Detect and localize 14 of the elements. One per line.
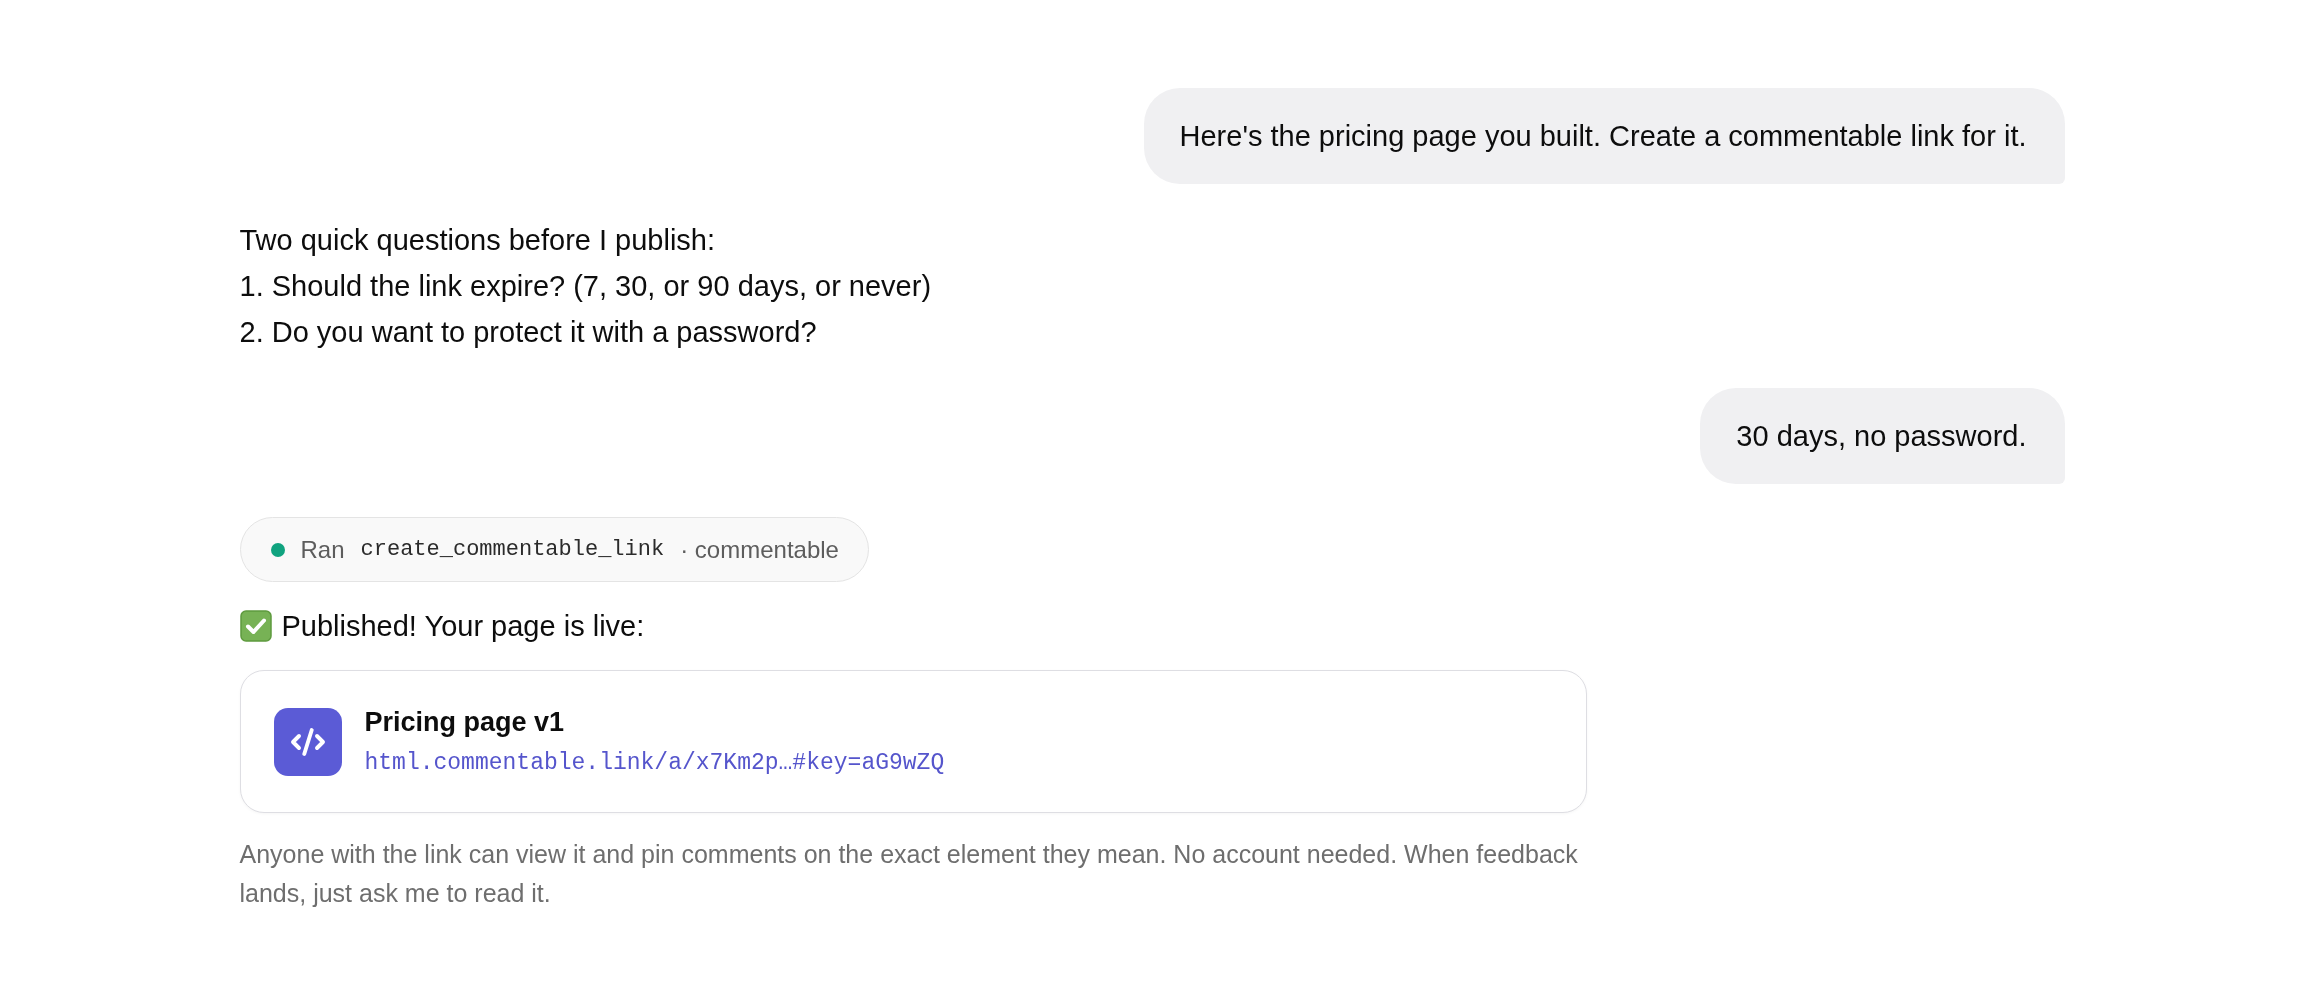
message-text: 1. Should the link expire? (7, 30, or 90 days, or never): [239, 269, 932, 304]
message-text: Two quick questions before I publish:: [239, 223, 717, 258]
user-message-bubble: 30 days, no password.: [1700, 388, 2065, 484]
link-title: Pricing page v1: [364, 705, 566, 739]
link-url[interactable]: html.commentable.link/a/x7Km2p…#key=aG9wZQ: [364, 744, 945, 781]
note-text: Anyone with the link can view it and pin comments on the exact element they mean. No account needed. When feedback lands, just ask me to read it.: [239, 839, 1579, 909]
published-message: Published! Your page is live:: [281, 609, 645, 644]
tool-source: · commentable: [680, 535, 839, 564]
tool-name: create_commentable_link: [360, 537, 665, 562]
tool-call-label: Ran: [300, 535, 345, 564]
check-icon: [239, 610, 272, 642]
user-message-bubble: Here's the pricing page you built. Create a commentable link for it.: [1143, 88, 2065, 184]
code-icon: [273, 707, 342, 776]
message-text: 2. Do you want to protect it with a password?: [239, 315, 818, 350]
